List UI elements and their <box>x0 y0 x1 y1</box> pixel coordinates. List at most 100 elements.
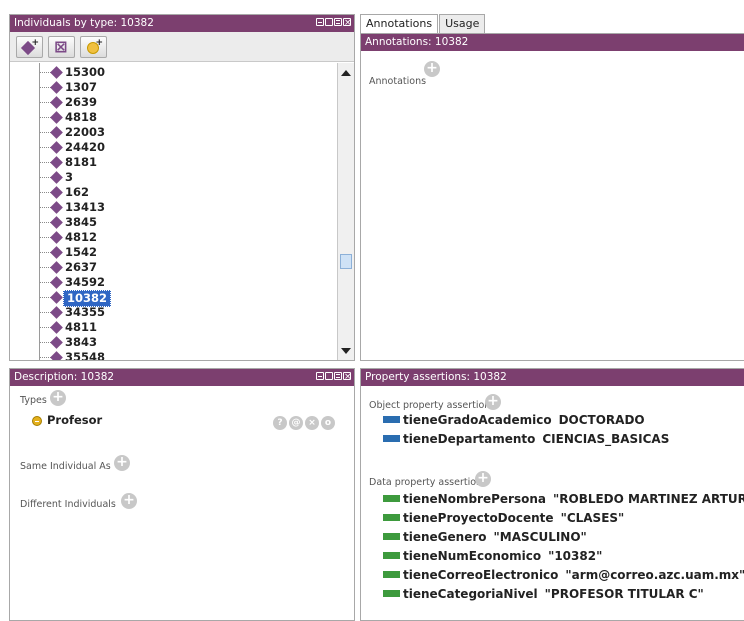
tree-item-label: 13413 <box>65 200 106 214</box>
property-assertion-row[interactable]: tieneGenero "MASCULINO" <box>383 530 587 545</box>
property-name: tieneNumEconomico <box>403 549 542 563</box>
add-data-property-button[interactable]: + <box>475 471 491 487</box>
tree-item[interactable]: 10382 <box>10 290 330 307</box>
add-object-property-button[interactable]: + <box>485 394 501 410</box>
property-name: tieneGradoAcademico <box>403 413 552 427</box>
tree-item[interactable]: 1542 <box>10 245 330 260</box>
data-property-icon <box>383 495 400 502</box>
minimize-icon[interactable] <box>316 372 324 380</box>
window-controls[interactable] <box>316 15 352 32</box>
scroll-up-icon[interactable] <box>341 70 351 76</box>
individual-icon <box>50 351 63 360</box>
add-individual-button[interactable]: + <box>16 36 43 58</box>
tree-item-label: 15300 <box>65 65 106 79</box>
property-value: DOCTORADO <box>558 413 645 427</box>
property-assertion-row[interactable]: tieneCategoriaNivel "PROFESOR TITULAR C" <box>383 587 704 602</box>
tree-item[interactable]: 4812 <box>10 230 330 245</box>
object-property-label: Object property assertions <box>369 400 496 411</box>
tree-scrollbar[interactable] <box>337 63 354 360</box>
tree-item-label: 35548 <box>65 350 106 360</box>
tree-item-label: 4818 <box>65 110 98 124</box>
tree-item[interactable]: 2637 <box>10 260 330 275</box>
property-assertion-row[interactable]: tieneProyectoDocente "CLASES" <box>383 511 624 526</box>
tree-item[interactable]: 22003 <box>10 125 330 140</box>
tab-annotations[interactable]: Annotations <box>360 14 439 33</box>
plus-icon: + <box>116 454 128 470</box>
annotations-tabs: Annotations Usage <box>360 14 486 33</box>
scroll-thumb[interactable] <box>340 254 352 269</box>
split-icon[interactable] <box>325 18 333 26</box>
tree-item-label: 3845 <box>65 215 98 229</box>
description-panel: Description: 10382 Types + Profesor ? @ … <box>9 368 355 621</box>
maximize-icon[interactable] <box>334 372 342 380</box>
tree-item-label: 1307 <box>65 80 98 94</box>
property-value: "MASCULINO" <box>493 530 587 544</box>
individuals-toolbar: + ⊠ + <box>10 32 354 62</box>
tree-item[interactable]: 15300 <box>10 65 330 80</box>
property-assertion-row[interactable]: tieneCorreoElectronico "arm@correo.azc.ua… <box>383 568 744 583</box>
scroll-down-icon[interactable] <box>341 348 351 354</box>
close-icon[interactable] <box>343 369 352 386</box>
types-label: Types <box>20 395 47 406</box>
different-individuals-label: Different Individuals <box>20 499 116 510</box>
tree-item[interactable]: 162 <box>10 185 330 200</box>
individual-icon <box>50 246 63 259</box>
object-property-icon <box>383 435 400 442</box>
individual-icon <box>50 81 63 94</box>
tree-item[interactable]: 2639 <box>10 95 330 110</box>
tree-item[interactable]: 4818 <box>10 110 330 125</box>
tree-item[interactable]: 4811 <box>10 320 330 335</box>
plus-icon: + <box>487 393 499 409</box>
tree-item-label: 1542 <box>65 245 98 259</box>
add-type-button[interactable]: + <box>50 390 66 406</box>
property-name: tieneDepartamento <box>403 432 536 446</box>
annotate-icon[interactable]: @ <box>289 416 303 430</box>
plus-icon: + <box>477 470 489 486</box>
tree-item[interactable]: 3845 <box>10 215 330 230</box>
individual-icon <box>50 96 63 109</box>
individual-icon <box>50 126 63 139</box>
add-annotation-button[interactable]: + <box>424 61 440 77</box>
tree-item[interactable]: 8181 <box>10 155 330 170</box>
tree-item[interactable]: 3 <box>10 170 330 185</box>
add-same-individual-button[interactable]: + <box>80 36 107 58</box>
tree-item-label: 2637 <box>65 260 98 274</box>
tree-item[interactable]: 35548 <box>10 350 330 360</box>
property-assertions-panel: Property assertions: 10382 Object proper… <box>360 368 744 621</box>
tree-item[interactable]: 1307 <box>10 80 330 95</box>
add-different-individual-button[interactable]: + <box>121 493 137 509</box>
add-same-individual-button[interactable]: + <box>114 455 130 471</box>
split-icon[interactable] <box>325 372 333 380</box>
property-assertion-row[interactable]: tieneGradoAcademico DOCTORADO <box>383 413 645 428</box>
property-assertion-row[interactable]: tieneNombrePersona "ROBLEDO MARTINEZ ARTU… <box>383 492 744 507</box>
tab-usage[interactable]: Usage <box>439 14 486 33</box>
annotations-panel-header: Annotations: 10382 <box>361 34 744 51</box>
individual-icon <box>50 66 63 79</box>
tree-item-label: 24420 <box>65 140 106 154</box>
delete-individual-icon: ⊠ <box>54 37 68 56</box>
type-row-buttons: ? @ × o <box>273 416 335 430</box>
tree-item[interactable]: 34355 <box>10 305 330 320</box>
data-property-icon <box>383 514 400 521</box>
tree-item[interactable]: 34592 <box>10 275 330 290</box>
maximize-icon[interactable] <box>334 18 342 26</box>
type-value[interactable]: Profesor <box>47 413 102 427</box>
minimize-icon[interactable] <box>316 18 324 26</box>
tree-item[interactable]: 24420 <box>10 140 330 155</box>
same-individual-label: Same Individual As <box>20 461 111 472</box>
close-icon[interactable] <box>343 15 352 32</box>
plus-icon: + <box>426 60 438 76</box>
data-property-label: Data property assertions <box>369 477 488 488</box>
tree-item[interactable]: 13413 <box>10 200 330 215</box>
delete-icon[interactable]: × <box>305 416 319 430</box>
edit-icon[interactable]: o <box>321 416 335 430</box>
property-value: "10382" <box>548 549 603 563</box>
window-controls[interactable] <box>316 369 352 386</box>
property-assertion-row[interactable]: tieneDepartamento CIENCIAS_BASICAS <box>383 432 669 447</box>
tree-item[interactable]: 3843 <box>10 335 330 350</box>
property-assertion-row[interactable]: tieneNumEconomico "10382" <box>383 549 602 564</box>
explain-icon[interactable]: ? <box>273 416 287 430</box>
individual-icon <box>50 201 63 214</box>
individuals-tree[interactable]: 15300 1307 2639 4818 22003 24420 8181 3 162 13413… <box>10 63 334 360</box>
delete-individual-button[interactable]: ⊠ <box>48 36 75 58</box>
